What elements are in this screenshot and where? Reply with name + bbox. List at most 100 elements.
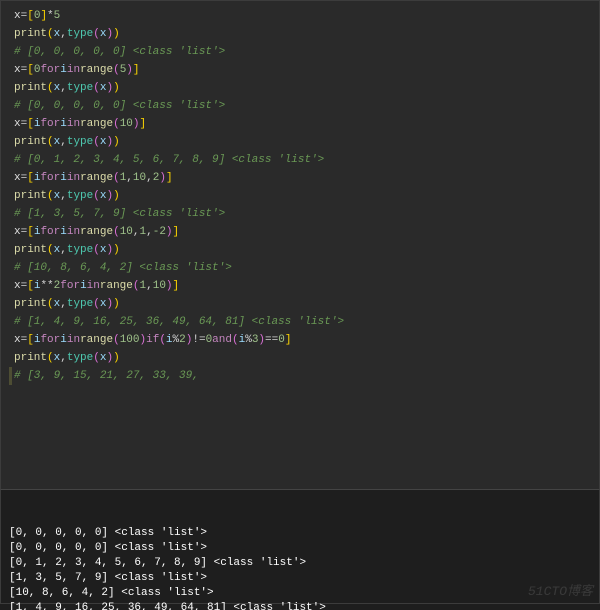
code-token: % — [245, 331, 252, 349]
code-token: print — [14, 25, 47, 43]
code-token: type — [67, 187, 93, 205]
code-token: 0 — [278, 331, 285, 349]
output-line: [1, 3, 5, 7, 9] <class 'list'> — [9, 571, 591, 586]
code-token: , — [146, 223, 153, 241]
code-token: 5 — [54, 7, 61, 25]
code-token: x — [54, 25, 61, 43]
code-token: ( — [93, 187, 100, 205]
code-token: ) — [113, 133, 120, 151]
code-token: , — [60, 295, 67, 313]
code-token: x — [54, 187, 61, 205]
code-token: ( — [47, 133, 54, 151]
code-token: -2 — [153, 223, 166, 241]
code-token: 1 — [140, 277, 147, 295]
code-token: 10 — [120, 223, 133, 241]
code-token: , — [60, 349, 67, 367]
code-token: 0 — [34, 7, 41, 25]
code-token: ( — [159, 331, 166, 349]
code-comment-line: # [1, 3, 5, 7, 9] <class 'list'> — [9, 205, 591, 223]
code-token: ( — [93, 79, 100, 97]
code-token: for — [40, 169, 60, 187]
code-line: print(x, type(x)) — [9, 349, 591, 367]
code-token: = — [21, 223, 28, 241]
code-token: i — [34, 223, 41, 241]
code-token: 1 — [120, 169, 127, 187]
code-token: in — [67, 169, 80, 187]
code-token: ) — [140, 331, 147, 349]
code-token: 10 — [133, 169, 146, 187]
code-comment-line: # [3, 9, 15, 21, 27, 33, 39, — [9, 367, 591, 385]
code-token: 2 — [54, 277, 61, 295]
code-token: x — [54, 295, 61, 313]
code-token: ( — [47, 25, 54, 43]
code-token: ( — [93, 295, 100, 313]
code-token: ( — [47, 295, 54, 313]
code-token: 2 — [153, 169, 160, 187]
code-token: type — [67, 295, 93, 313]
code-comment-line: # [10, 8, 6, 4, 2] <class 'list'> — [9, 259, 591, 277]
code-token: , — [133, 223, 140, 241]
code-line: print(x, type(x)) — [9, 295, 591, 313]
code-token: print — [14, 295, 47, 313]
code-token: ( — [113, 331, 120, 349]
code-token: i — [166, 331, 173, 349]
code-token: = — [21, 7, 28, 25]
code-token: ] — [166, 169, 173, 187]
code-token: x — [100, 133, 107, 151]
code-token: 0 — [206, 331, 213, 349]
code-line: print(x, type(x)) — [9, 79, 591, 97]
code-token: i — [239, 331, 246, 349]
code-token: print — [14, 133, 47, 151]
code-line: x = [i ** 2 for i in range(1, 10)] — [9, 277, 591, 295]
code-token: ( — [113, 61, 120, 79]
code-comment-line: # [1, 4, 9, 16, 25, 36, 49, 64, 81] <cla… — [9, 313, 591, 331]
code-token: x — [14, 61, 21, 79]
output-line: [1, 4, 9, 16, 25, 36, 49, 64, 81] <class… — [9, 601, 591, 610]
code-token: x — [54, 349, 61, 367]
code-token: 100 — [120, 331, 140, 349]
code-token: range — [80, 169, 113, 187]
code-token: ) — [113, 241, 120, 259]
code-token: , — [60, 25, 67, 43]
code-token: print — [14, 349, 47, 367]
code-token: i — [34, 115, 41, 133]
code-line: print(x, type(x)) — [9, 25, 591, 43]
output-line: [0, 1, 2, 3, 4, 5, 6, 7, 8, 9] <class 'l… — [9, 556, 591, 571]
code-token: ) — [258, 331, 265, 349]
code-token: x — [100, 25, 107, 43]
code-line: print(x, type(x)) — [9, 187, 591, 205]
code-token: i — [60, 61, 67, 79]
code-token: print — [14, 79, 47, 97]
code-token: ( — [113, 115, 120, 133]
code-comment-line: # [0, 1, 2, 3, 4, 5, 6, 7, 8, 9] <class … — [9, 151, 591, 169]
code-token: ( — [113, 169, 120, 187]
code-token: x — [14, 223, 21, 241]
code-comment: # [0, 0, 0, 0, 0] <class 'list'> — [14, 97, 225, 115]
code-token: i — [34, 169, 41, 187]
code-token: = — [21, 277, 28, 295]
code-editor[interactable]: x = [0] * 5print(x, type(x))# [0, 0, 0, … — [0, 0, 600, 490]
code-token: i — [80, 277, 87, 295]
code-token: ] — [285, 331, 292, 349]
code-token: ) — [106, 133, 113, 151]
code-token: ) — [113, 25, 120, 43]
code-token: [ — [27, 331, 34, 349]
code-token: , — [60, 79, 67, 97]
code-token: [ — [27, 61, 34, 79]
code-token: x — [100, 295, 107, 313]
code-token: and — [212, 331, 232, 349]
code-token: i — [34, 331, 41, 349]
code-token: in — [67, 61, 80, 79]
code-token: in — [67, 115, 80, 133]
code-comment: # [0, 0, 0, 0, 0] <class 'list'> — [14, 43, 225, 61]
code-token: range — [80, 115, 113, 133]
code-token: i — [60, 115, 67, 133]
code-token: ) — [106, 79, 113, 97]
code-token: x — [54, 79, 61, 97]
code-token: if — [146, 331, 159, 349]
code-line: print(x, type(x)) — [9, 133, 591, 151]
code-token: ) — [106, 349, 113, 367]
code-token: for — [40, 223, 60, 241]
code-token: , — [126, 169, 133, 187]
code-token: for — [60, 277, 80, 295]
